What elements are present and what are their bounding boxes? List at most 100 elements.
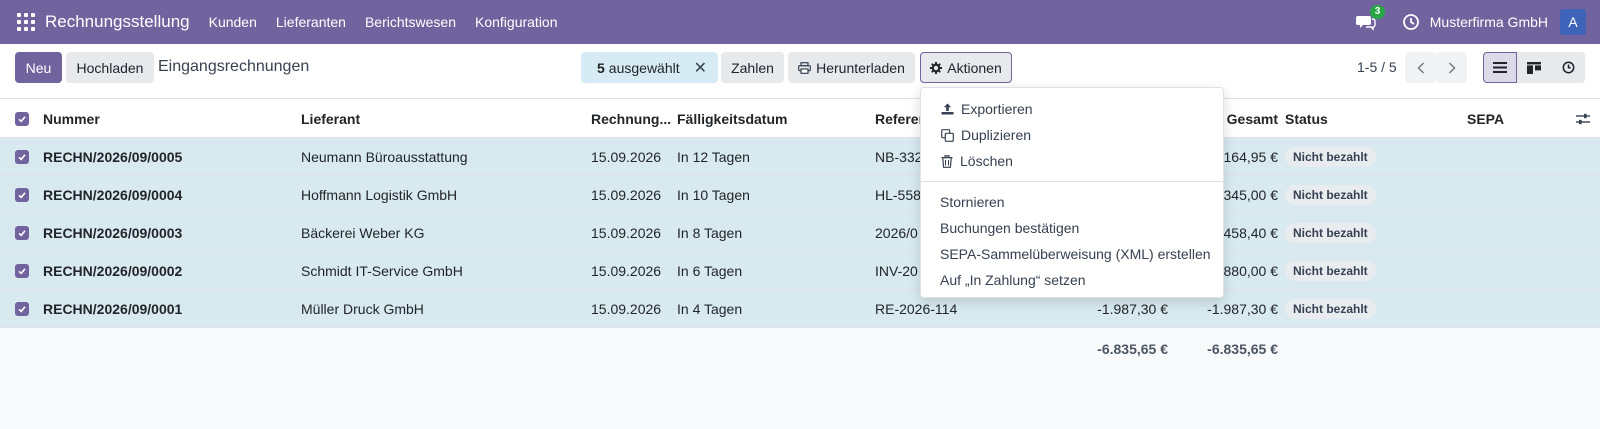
cell-due-date: In 10 Tagen: [677, 187, 750, 203]
selected-count: 5: [597, 59, 605, 76]
menu-item-cancel[interactable]: Stornieren: [921, 190, 1223, 214]
clear-selection-icon[interactable]: ✕: [694, 58, 707, 78]
cell-reference: INV-20: [875, 263, 918, 279]
row-checkbox[interactable]: [15, 302, 29, 316]
cell-invoice-date: 15.09.2026: [591, 263, 662, 279]
menu-item-duplicate[interactable]: Duplizieren: [921, 123, 1223, 147]
cell-total: 880,00 €: [1223, 263, 1279, 279]
table-row[interactable]: RECHN/2026/09/0003 Bäckerei Weber KG 15.…: [0, 214, 1600, 252]
breadcrumb: Eingangsrechnungen: [158, 58, 310, 75]
status-badge: Nicht bezahlt: [1285, 261, 1376, 281]
cell-reference: NB-332: [875, 149, 923, 165]
cell-supplier: Hoffmann Logistik GmbH: [301, 187, 458, 203]
header-total[interactable]: Gesamt: [1227, 99, 1278, 138]
selection-chip: 5 ausgewählt ✕: [581, 52, 718, 83]
cell-invoice-date: 15.09.2026: [591, 149, 662, 165]
download-button[interactable]: Herunterladen: [788, 52, 915, 83]
table-row[interactable]: RECHN/2026/09/0001 Müller Druck GmbH 15.…: [0, 290, 1600, 328]
pager-previous-button[interactable]: [1405, 52, 1436, 83]
cell-due-date: In 12 Tagen: [677, 149, 750, 165]
cell-invoice-date: 15.09.2026: [591, 187, 662, 203]
sum-net: -6.835,65 €: [1097, 341, 1168, 357]
cell-number: RECHN/2026/09/0001: [43, 301, 183, 317]
status-badge: Nicht bezahlt: [1285, 299, 1376, 319]
selected-label: ausgewählt: [608, 59, 680, 76]
menu-item-duplicate-label: Duplizieren: [961, 127, 1032, 143]
header-invoice-date[interactable]: Rechnung...: [591, 99, 671, 138]
cell-number: RECHN/2026/09/0002: [43, 263, 183, 279]
user-avatar[interactable]: A: [1560, 9, 1586, 35]
actions-dropdown-menu: Exportieren Duplizieren Löschen Stornier…: [920, 87, 1224, 298]
app-title[interactable]: Rechnungsstellung: [45, 12, 190, 32]
row-checkbox[interactable]: [15, 226, 29, 240]
header-sepa[interactable]: SEPA: [1467, 99, 1504, 138]
pager-value[interactable]: 1-5 / 5: [1357, 59, 1397, 75]
cell-supplier: Bäckerei Weber KG: [301, 225, 425, 241]
download-label: Herunterladen: [816, 59, 905, 76]
cell-due-date: In 8 Tagen: [677, 225, 743, 241]
cell-reference: HL-558: [875, 187, 921, 203]
pay-button[interactable]: Zahlen: [721, 52, 784, 83]
chat-icon[interactable]: 3: [1355, 5, 1386, 32]
cell-total: 458,40 €: [1223, 225, 1279, 241]
apps-grid-icon[interactable]: [17, 13, 35, 31]
top-navbar: Rechnungsstellung Kunden Lieferanten Ber…: [0, 0, 1600, 44]
actions-button[interactable]: Aktionen: [920, 52, 1012, 83]
company-switcher[interactable]: Musterfirma GmbH: [1430, 14, 1548, 30]
status-badge: Nicht bezahlt: [1285, 185, 1376, 205]
menu-item-set-in-payment[interactable]: Auf „In Zahlung“ setzen: [921, 268, 1223, 292]
cell-number: RECHN/2026/09/0004: [43, 187, 183, 203]
printer-icon: [798, 61, 812, 74]
header-status[interactable]: Status: [1285, 99, 1328, 138]
control-panel: Neu Hochladen Eingangsrechnungen 5 ausge…: [0, 44, 1600, 99]
clock-icon: [1562, 61, 1574, 74]
menu-item-confirm-entries[interactable]: Buchungen bestätigen: [921, 216, 1223, 240]
trash-icon: [941, 154, 953, 168]
menu-item-delete[interactable]: Löschen: [921, 149, 1223, 173]
cell-number: RECHN/2026/09/0005: [43, 149, 183, 165]
copy-icon: [941, 128, 954, 142]
activity-clock-icon[interactable]: [1402, 13, 1420, 31]
table-row[interactable]: RECHN/2026/09/0004 Hoffmann Logistik Gmb…: [0, 176, 1600, 214]
cell-invoice-date: 15.09.2026: [591, 225, 662, 241]
pager-next-button[interactable]: [1436, 52, 1467, 83]
kanban-icon: [1527, 61, 1541, 74]
table-row[interactable]: RECHN/2026/09/0005 Neumann Büroausstattu…: [0, 138, 1600, 176]
cell-reference: 2026/0: [875, 225, 918, 241]
menu-lieferanten[interactable]: Lieferanten: [276, 14, 346, 30]
optional-columns-icon[interactable]: [1576, 99, 1590, 138]
select-all-checkbox[interactable]: [15, 111, 29, 126]
list-icon: [1493, 62, 1507, 73]
menu-item-export-label: Exportieren: [961, 101, 1033, 117]
row-checkbox[interactable]: [15, 188, 29, 202]
cell-supplier: Müller Druck GmbH: [301, 301, 424, 317]
list-view-button[interactable]: [1483, 52, 1517, 83]
menu-item-sepa-xml[interactable]: SEPA-Sammelüberweisung (XML) erstellen: [921, 242, 1223, 266]
cell-due-date: In 4 Tagen: [677, 301, 743, 317]
menu-item-delete-label: Löschen: [960, 153, 1013, 169]
sum-total: -6.835,65 €: [1207, 341, 1278, 357]
header-supplier[interactable]: Lieferant: [301, 99, 360, 138]
gear-icon: [930, 61, 943, 74]
menu-kunden[interactable]: Kunden: [209, 14, 257, 30]
header-due-date[interactable]: Fälligkeitsdatum: [677, 99, 787, 138]
header-number[interactable]: Nummer: [43, 99, 100, 138]
menu-konfiguration[interactable]: Konfiguration: [475, 14, 558, 30]
menu-divider: [921, 181, 1223, 182]
new-button[interactable]: Neu: [15, 52, 62, 83]
cell-invoice-date: 15.09.2026: [591, 301, 662, 317]
status-badge: Nicht bezahlt: [1285, 223, 1376, 243]
table-row[interactable]: RECHN/2026/09/0002 Schmidt IT-Service Gm…: [0, 252, 1600, 290]
cell-number: RECHN/2026/09/0003: [43, 225, 183, 241]
activity-view-button[interactable]: [1551, 52, 1585, 83]
chat-count-badge: 3: [1369, 5, 1386, 19]
menu-berichtswesen[interactable]: Berichtswesen: [365, 14, 456, 30]
menu-item-export[interactable]: Exportieren: [921, 97, 1223, 121]
upload-button[interactable]: Hochladen: [66, 52, 154, 83]
kanban-view-button[interactable]: [1517, 52, 1551, 83]
actions-label: Aktionen: [947, 59, 1002, 76]
row-checkbox[interactable]: [15, 264, 29, 278]
cell-total: 345,00 €: [1223, 187, 1279, 203]
status-badge: Nicht bezahlt: [1285, 147, 1376, 167]
row-checkbox[interactable]: [15, 150, 29, 164]
